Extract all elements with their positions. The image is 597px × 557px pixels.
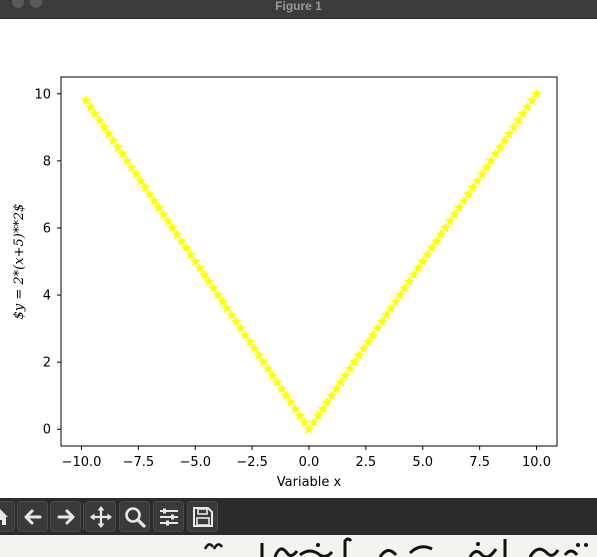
x-tick-label: 0.0 — [299, 455, 320, 470]
y-tick-label: 6 — [43, 221, 51, 236]
back-button[interactable] — [17, 501, 48, 532]
background-window-strip — [0, 535, 597, 557]
y-tick-label: 8 — [43, 154, 51, 169]
y-tick-label: 4 — [43, 289, 51, 304]
calligraphy-image — [203, 537, 588, 557]
x-tick-label: −7.5 — [123, 455, 155, 470]
forward-button[interactable] — [50, 501, 81, 532]
x-axis-label: Variable x — [277, 475, 342, 490]
save-icon — [192, 506, 213, 527]
x-tick-label: −2.5 — [236, 455, 268, 470]
y-axis-label: $y = 2*(x+5)**2$ — [12, 204, 27, 320]
configure-subplots-icon — [159, 508, 178, 525]
window-titlebar: Figure 1 — [0, 0, 597, 19]
x-tick-label: 2.5 — [356, 455, 377, 470]
x-tick-label: 10.0 — [522, 455, 551, 470]
pan-icon — [89, 505, 112, 528]
figure-canvas[interactable]: −10.0 −7.5 −5.0 −2.5 0.0 2.5 5.0 7.5 10.0 0 2 4 6 8 10… — [0, 19, 597, 498]
x-tick-label: 7.5 — [469, 455, 490, 470]
x-tick-label: −5.0 — [179, 455, 211, 470]
data-point-marker — [531, 88, 542, 99]
axes-frame — [60, 76, 558, 447]
navigation-toolbar — [0, 498, 597, 535]
toolbar-separator — [83, 503, 84, 530]
pan-button[interactable] — [85, 501, 116, 532]
y-tick-label: 0 — [43, 423, 51, 438]
window-title: Figure 1 — [275, 0, 322, 13]
zoom-icon — [124, 506, 146, 528]
y-tick-label: 2 — [43, 356, 51, 371]
save-button[interactable] — [187, 501, 218, 532]
zoom-button[interactable] — [119, 501, 150, 532]
y-tick-label: 10 — [34, 87, 51, 102]
x-tick-label: −10.0 — [62, 455, 102, 470]
back-arrow-icon — [24, 509, 41, 524]
x-tick-label: 5.0 — [412, 455, 433, 470]
configure-subplots-button[interactable] — [153, 501, 184, 532]
home-button[interactable] — [0, 501, 15, 532]
chart-svg: −10.0 −7.5 −5.0 −2.5 0.0 2.5 5.0 7.5 10.0 0 2 4 6 8 10… — [12, 76, 558, 490]
home-icon — [0, 509, 8, 525]
forward-arrow-icon — [57, 509, 74, 524]
data-point-marker — [80, 94, 92, 106]
